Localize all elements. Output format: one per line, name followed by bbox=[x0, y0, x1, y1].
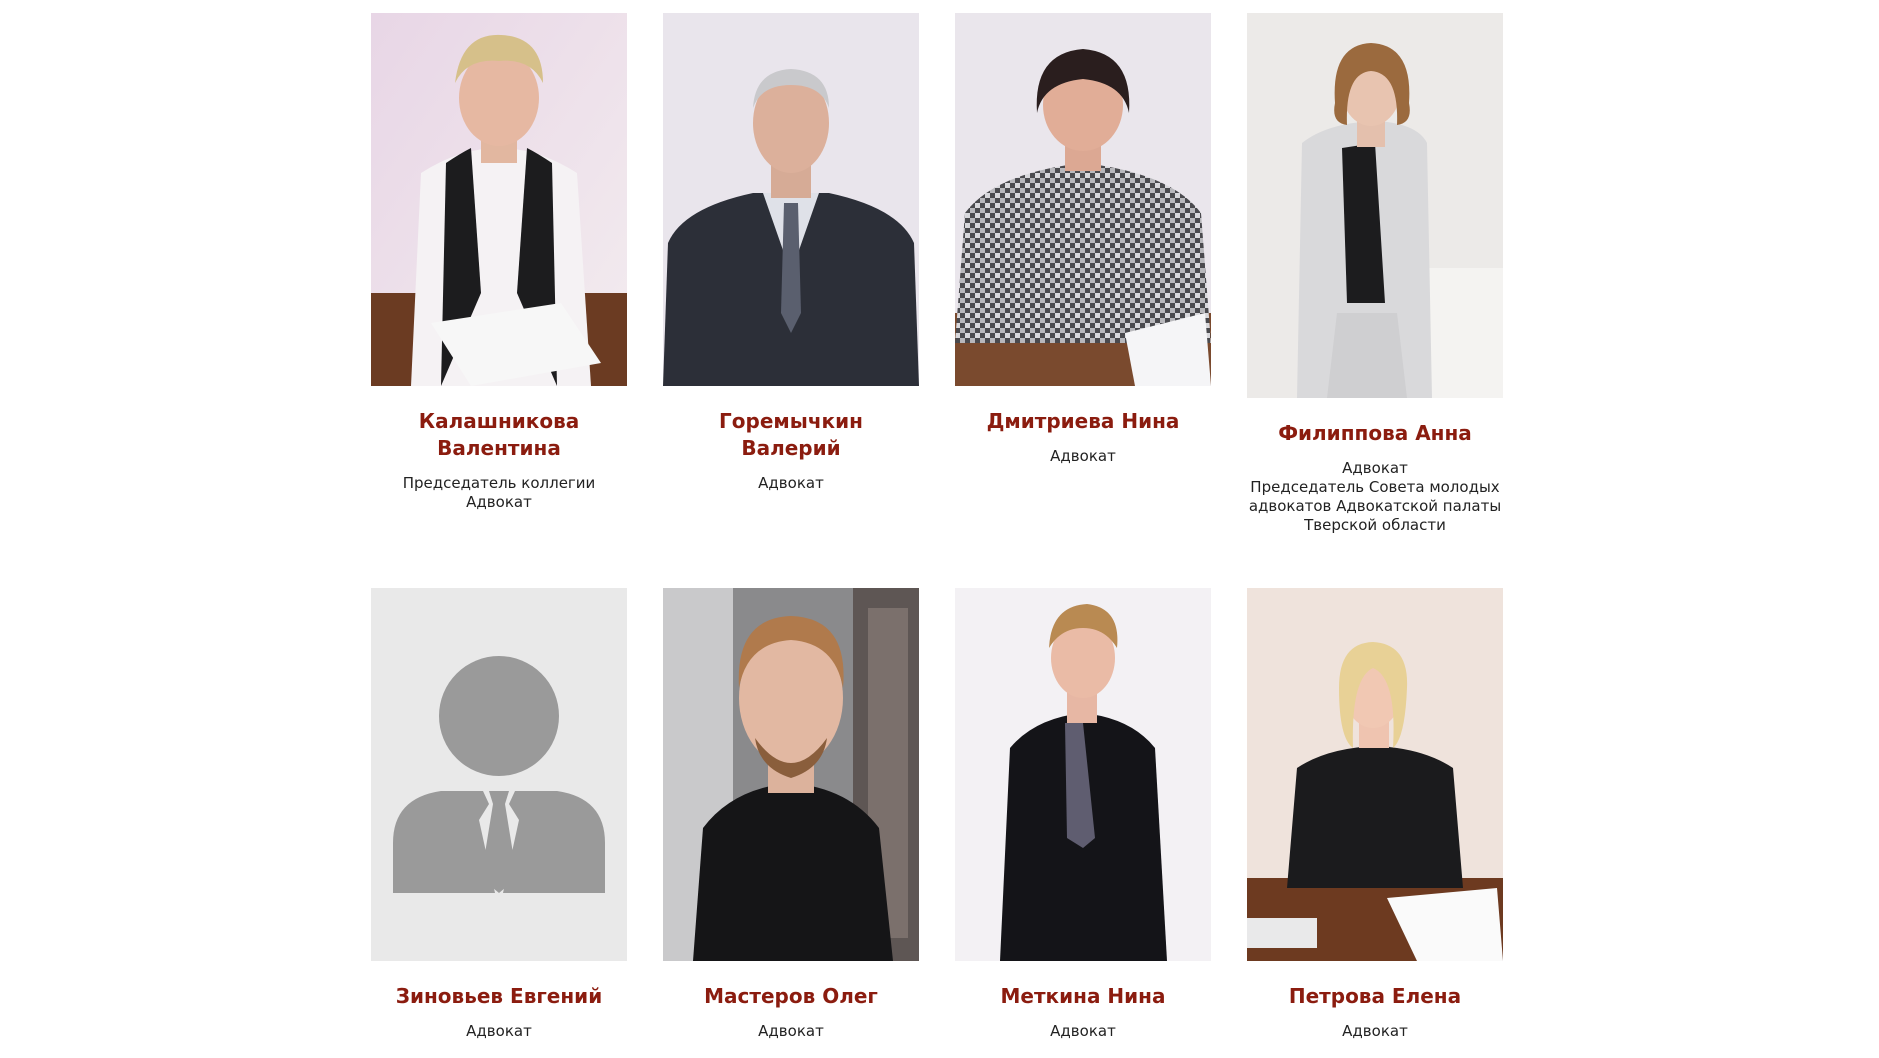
member-roles: Адвокат bbox=[1050, 1022, 1116, 1041]
member-photo[interactable] bbox=[663, 13, 919, 386]
member-role: Председатель коллегии bbox=[402, 474, 596, 492]
member-role: Адвокат bbox=[758, 474, 824, 492]
member-roles: Адвокат Председатель Совета молодых адво… bbox=[1249, 459, 1501, 535]
member-name[interactable]: Калашникова Валентина bbox=[384, 408, 614, 462]
member-photo[interactable] bbox=[371, 13, 627, 386]
member-roles: Адвокат bbox=[758, 1022, 824, 1041]
user-placeholder-icon bbox=[371, 588, 627, 961]
team-member-card[interactable]: Зиновьев Евгений Адвокат bbox=[371, 588, 627, 1058]
member-photo[interactable] bbox=[663, 588, 919, 961]
member-roles: Адвокат bbox=[466, 1022, 532, 1041]
team-member-card[interactable]: Калашникова Валентина Председатель колле… bbox=[371, 13, 627, 588]
member-name[interactable]: Дмитриева Нина bbox=[968, 408, 1198, 435]
member-name[interactable]: Мастеров Олег bbox=[676, 983, 906, 1010]
member-name[interactable]: Филиппова Анна bbox=[1260, 420, 1490, 447]
member-name[interactable]: Меткина Нина bbox=[968, 983, 1198, 1010]
member-role: адвокатов Адвокатской палаты bbox=[1248, 497, 1502, 515]
team-member-card[interactable]: Петрова Елена Адвокат bbox=[1247, 588, 1503, 1058]
member-roles: Адвокат bbox=[758, 474, 824, 493]
member-role: Адвокат bbox=[1050, 1022, 1116, 1040]
team-member-card[interactable]: Дмитриева Нина Адвокат bbox=[955, 13, 1211, 588]
member-photo[interactable] bbox=[371, 588, 627, 961]
team-member-card[interactable]: Горемычкин Валерий Адвокат bbox=[663, 13, 919, 588]
member-roles: Председатель коллегии Адвокат bbox=[403, 474, 596, 512]
team-member-card[interactable]: Мастеров Олег Адвокат bbox=[663, 588, 919, 1058]
member-role: Адвокат bbox=[466, 1022, 532, 1040]
member-roles: Адвокат bbox=[1050, 447, 1116, 466]
member-role: Тверской области bbox=[1304, 516, 1446, 534]
member-name[interactable]: Зиновьев Евгений bbox=[384, 983, 614, 1010]
member-photo[interactable] bbox=[955, 588, 1211, 961]
member-role: Адвокат bbox=[466, 493, 532, 511]
member-role: Адвокат bbox=[1050, 447, 1116, 465]
team-grid: Калашникова Валентина Председатель колле… bbox=[371, 13, 1507, 1058]
member-role: Адвокат bbox=[1342, 459, 1408, 477]
member-role: Адвокат bbox=[1342, 1022, 1408, 1040]
member-photo[interactable] bbox=[1247, 13, 1503, 398]
member-name[interactable]: Петрова Елена bbox=[1260, 983, 1490, 1010]
member-photo[interactable] bbox=[955, 13, 1211, 386]
member-role: Адвокат bbox=[758, 1022, 824, 1040]
member-photo[interactable] bbox=[1247, 588, 1503, 961]
member-roles: Адвокат bbox=[1342, 1022, 1408, 1041]
team-member-card[interactable]: Филиппова Анна Адвокат Председатель Сове… bbox=[1247, 13, 1503, 588]
member-role: Председатель Совета молодых bbox=[1250, 478, 1500, 496]
team-member-card[interactable]: Меткина Нина Адвокат bbox=[955, 588, 1211, 1058]
member-name[interactable]: Горемычкин Валерий bbox=[676, 408, 906, 462]
